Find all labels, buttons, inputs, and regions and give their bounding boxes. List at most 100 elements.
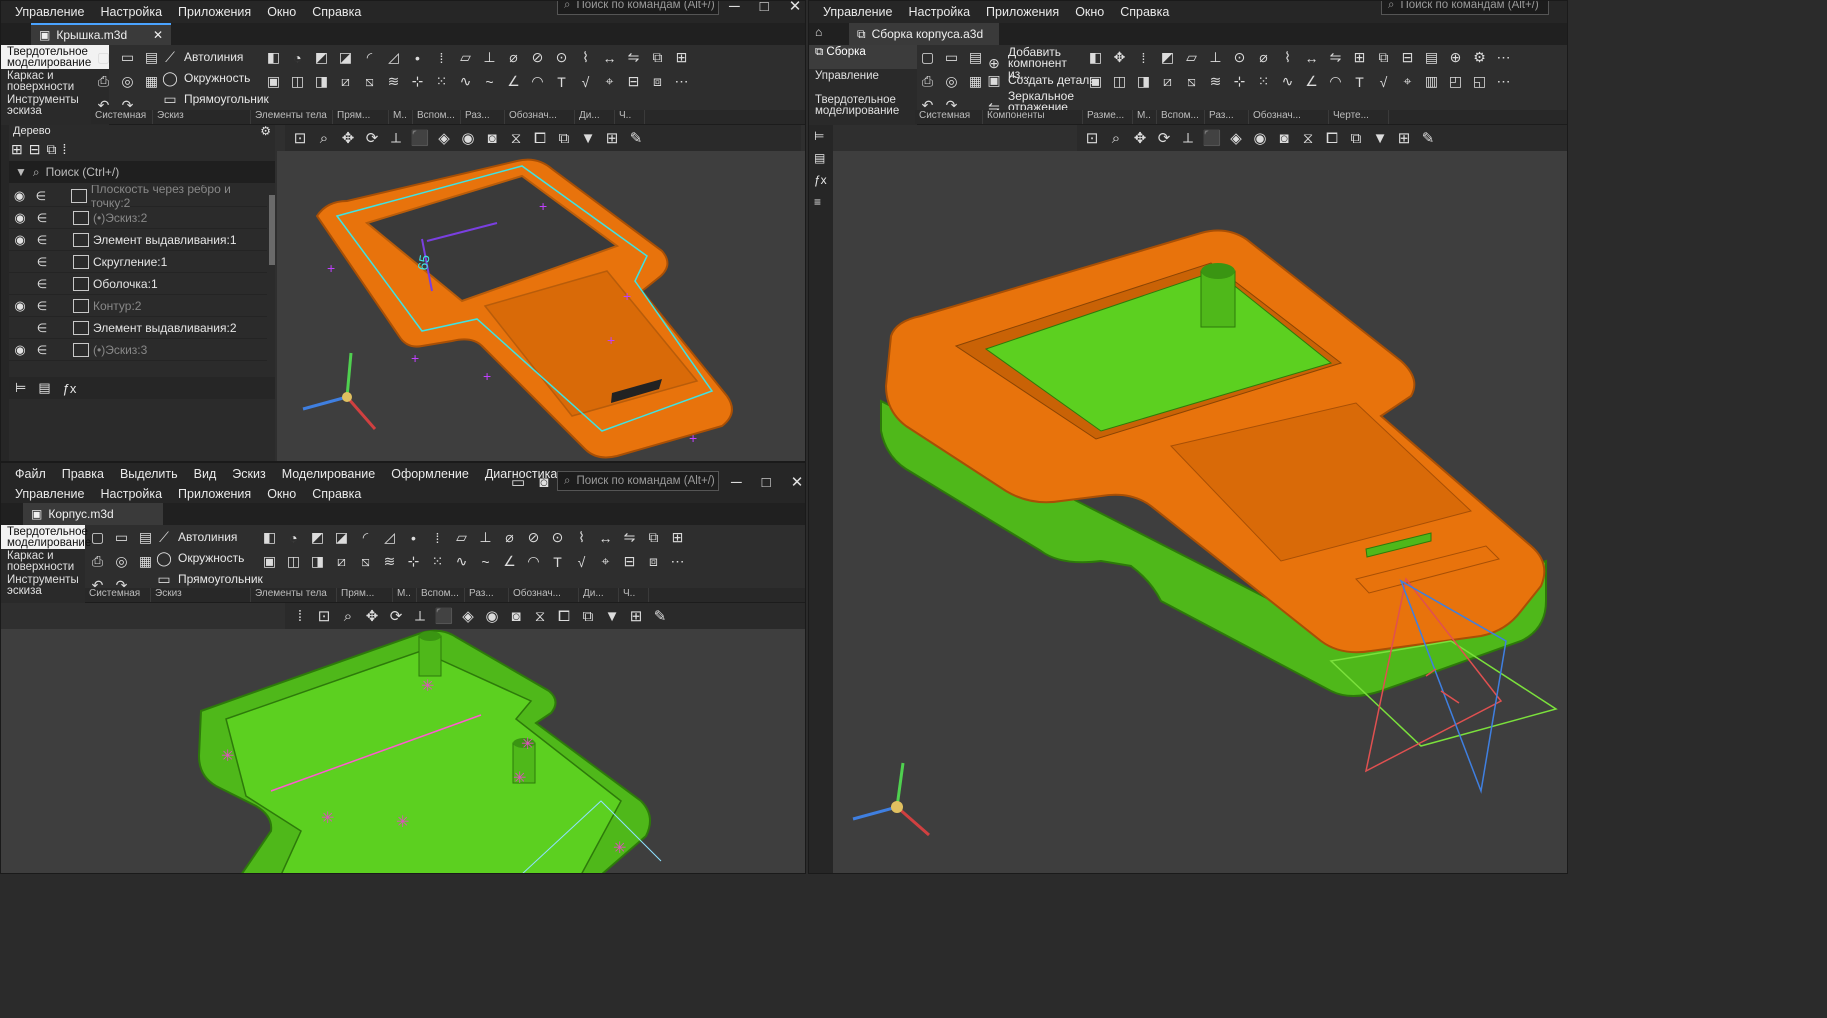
new-icon[interactable]: ▢ [93,47,114,68]
tol-icon[interactable]: ⌖ [1397,71,1418,92]
grid-icon[interactable]: ⁙ [431,71,452,92]
sweep-icon[interactable]: ◪ [335,47,356,68]
spec-icon[interactable]: ⊟ [619,551,640,572]
pattern-icon[interactable]: ⁞ [1133,47,1154,68]
close-tab-icon[interactable]: ✕ [153,28,163,42]
fx-icon[interactable]: ƒx [814,173,827,187]
add-icon[interactable]: ⊕ [1445,47,1466,68]
dimension-icon[interactable]: ↔ [595,527,616,548]
spline-icon[interactable]: ~ [475,551,496,572]
mate-icon[interactable]: ⧈ [643,551,664,572]
maximize-icon[interactable]: □ [762,474,771,491]
group-m[interactable]: М.. [393,588,417,602]
rotate-icon[interactable]: ⟳ [385,606,407,627]
section-view-icon[interactable]: ⧖ [1297,128,1319,149]
menu-view[interactable]: Вид [186,467,225,481]
pen-icon[interactable]: ✎ [1417,128,1439,149]
ribbon-tab-manage[interactable]: Управление [809,69,917,93]
shell-icon[interactable]: ▣ [1085,71,1106,92]
restore-icon[interactable]: ▭ [511,473,525,491]
cube-icon[interactable]: ⬛ [409,128,431,149]
tree-row[interactable]: ◉ ∈ (•)Эскиз:2 [9,207,267,229]
props-icon[interactable]: ▦ [141,71,162,92]
home-icon[interactable]: ⌂ [815,25,822,39]
zoom-icon[interactable]: ⌕ [313,128,335,149]
group-body[interactable]: Элементы тела [251,588,337,602]
preview-icon[interactable]: ◎ [941,71,962,92]
group-split[interactable]: Раз... [1205,110,1249,124]
mate-icon[interactable]: ◧ [1085,47,1106,68]
cmd-create-part[interactable]: ▣ Создать деталь [985,71,1095,89]
display-icon[interactable]: ◈ [1225,128,1247,149]
tree-struct-icon[interactable]: ⊟ [29,141,41,158]
tree-icon[interactable]: ⊡ [313,606,335,627]
cut-icon[interactable]: ◫ [287,71,308,92]
measure-icon[interactable]: ⌀ [1253,47,1274,68]
tree-tab-icon[interactable]: ⊨ [15,380,26,396]
include-icon[interactable]: ∈ [31,211,53,225]
thread-icon[interactable]: ≋ [383,71,404,92]
section-icon[interactable]: ⊘ [527,47,548,68]
rotate-icon[interactable]: ⟳ [1153,128,1175,149]
point-icon[interactable]: • [403,527,424,548]
plane-icon[interactable]: ▱ [451,527,472,548]
layers-icon[interactable]: ⧉ [577,606,599,627]
rough-icon[interactable]: √ [575,71,596,92]
split-icon[interactable]: ⧄ [331,551,352,572]
props-icon[interactable]: ▦ [965,71,986,92]
cs-icon[interactable]: ⊹ [407,71,428,92]
print-icon[interactable]: ⎙ [917,71,938,92]
close-icon[interactable]: ✕ [791,473,804,491]
ribbon-tab-solid[interactable]: Твердотельное моделирование [1,525,91,549]
display-icon[interactable]: ◈ [433,128,455,149]
pen-icon[interactable]: ✎ [625,128,647,149]
group-split[interactable]: Раз... [465,588,509,602]
chamfer-icon[interactable]: ◿ [379,527,400,548]
group-split[interactable]: Раз... [461,110,505,124]
measure-view-icon[interactable]: ⊞ [601,128,623,149]
boolean-icon[interactable]: ◨ [311,71,332,92]
pan-icon[interactable]: ✥ [361,606,383,627]
tol-icon[interactable]: ⌖ [599,71,620,92]
print-icon[interactable]: ⎙ [87,551,108,572]
menu-settings[interactable]: Настройка [93,487,171,501]
thread-icon[interactable]: ≋ [379,551,400,572]
rib-icon[interactable]: ⌇ [571,527,592,548]
grid-icon[interactable]: ⁙ [1253,71,1274,92]
drawing-icon[interactable]: ▤ [1421,47,1442,68]
group-body[interactable]: Элементы тела [251,110,333,124]
loft-icon[interactable]: ◩ [1157,47,1178,68]
angle-icon[interactable]: ∠ [503,71,524,92]
more-icon[interactable]: ⋯ [671,71,692,92]
tree-grid-icon[interactable]: ⁞ [62,141,66,158]
group-aux[interactable]: Вспом... [1157,110,1205,124]
array-icon[interactable]: ⁞ [427,527,448,548]
group-ch[interactable]: Ч.. [619,588,649,602]
save-icon[interactable]: ▤ [965,47,986,68]
lid-viewport[interactable]: 65 + + + + + + + [277,151,805,461]
curve-icon[interactable]: ∿ [451,551,472,572]
menu-manage[interactable]: Управление [7,487,93,501]
orient-icon[interactable]: ⟂ [1177,128,1199,149]
fillet-icon[interactable]: ◜ [355,527,376,548]
menu-modeling[interactable]: Моделирование [274,467,384,481]
mate-icon[interactable]: ⧈ [647,71,668,92]
command-search[interactable]: ⌕ Поиск по командам (Alt+/) [557,1,719,15]
revolve-icon[interactable]: ◔ [287,47,308,68]
shell-icon[interactable]: ▣ [263,71,284,92]
group-di[interactable]: Ди... [579,588,619,602]
sweep-icon[interactable]: ◪ [331,527,352,548]
cmd-polyline[interactable]: ⟋ Автолиния [155,528,237,546]
open-icon[interactable]: ▭ [941,47,962,68]
command-search[interactable]: ⌕ Поиск по командам (Alt+/) [557,471,719,491]
include-icon[interactable]: ∈ [31,343,53,357]
cs-icon[interactable]: ⊹ [1229,71,1250,92]
tree-scrollbar[interactable] [269,195,275,265]
axis-icon[interactable]: ⊥ [1205,47,1226,68]
layers-icon[interactable]: ⧉ [553,128,575,149]
visibility-icon[interactable]: ◉ [9,232,31,248]
plane-icon[interactable]: ▱ [1181,47,1202,68]
props-icon[interactable]: ▦ [135,551,156,572]
open-icon[interactable]: ▭ [117,47,138,68]
group-notation[interactable]: Обознач... [1249,110,1329,124]
